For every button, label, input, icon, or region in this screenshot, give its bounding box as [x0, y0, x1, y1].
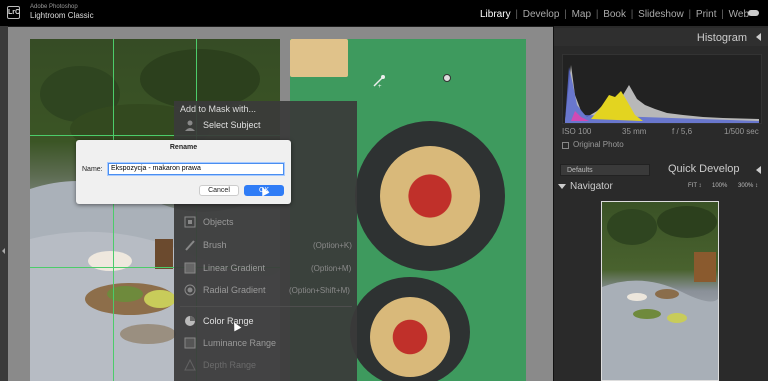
rename-dialog: Rename Name: Ekspozycja - makaron prawa …	[76, 140, 291, 204]
navigator-title[interactable]: Navigator	[570, 181, 613, 192]
aperture-readout: f / 5,6	[672, 127, 693, 136]
histogram-graph	[562, 54, 762, 124]
shortcut-brush: (Option+K)	[313, 241, 352, 250]
module-web[interactable]: Web	[729, 9, 749, 20]
objects-icon	[184, 216, 196, 228]
vendor-name: Adobe Photoshop	[30, 4, 78, 10]
cloud-icon[interactable]	[748, 10, 759, 16]
dialog-title: Rename	[169, 144, 198, 151]
cheese	[290, 39, 348, 77]
person-icon	[185, 120, 195, 131]
color-range-icon	[185, 316, 195, 326]
module-slideshow[interactable]: Slideshow	[638, 9, 684, 20]
menu-separator	[180, 306, 352, 307]
collapse-histogram-icon[interactable]	[756, 33, 761, 41]
shortcut-linear-gradient: (Option+M)	[311, 264, 352, 273]
zoom-300[interactable]: 300% ↕	[738, 183, 758, 189]
mask-menu-title: Add to Mask with...	[180, 104, 257, 114]
original-photo-label: Original Photo	[573, 140, 624, 149]
shortcut-radial-gradient: (Option+Shift+M)	[289, 286, 350, 295]
module-map[interactable]: Map	[572, 9, 591, 20]
iso-readout: ISO 100	[562, 127, 592, 136]
module-develop[interactable]: Develop	[523, 9, 560, 20]
thumbnail-scene	[602, 206, 718, 380]
module-picker: Library | Develop | Map | Book | Slidesh…	[480, 9, 750, 20]
luminance-range-icon	[184, 337, 196, 349]
radial-gradient-icon	[184, 284, 196, 296]
module-print[interactable]: Print	[696, 9, 717, 20]
pasta-top	[380, 146, 480, 246]
left-panel-collapsed[interactable]	[0, 26, 8, 381]
mask-pin-icon[interactable]	[443, 74, 451, 82]
module-book[interactable]: Book	[603, 9, 626, 20]
navigator-thumbnail[interactable]	[601, 201, 719, 381]
quick-develop-title[interactable]: Quick Develop	[668, 163, 740, 175]
histogram-header[interactable]: Histogram	[554, 28, 768, 46]
top-bar: LrC Adobe Photoshop Lightroom Classic Li…	[0, 0, 768, 26]
zoom-100[interactable]: 100%	[712, 183, 727, 189]
histogram-curve	[565, 65, 759, 123]
right-panel: Histogram ISO 100 35 mm f / 5,6 1/500 se…	[553, 26, 768, 381]
app-logo: LrC	[7, 6, 20, 19]
expand-quick-develop-icon[interactable]	[756, 166, 761, 174]
expand-left-panel-icon[interactable]	[2, 248, 5, 254]
collapse-navigator-icon[interactable]	[558, 184, 566, 189]
app-name: Lightroom Classic	[30, 11, 94, 20]
pasta-bottom	[370, 297, 450, 377]
name-input[interactable]: Ekspozycja - makaron prawa	[108, 163, 284, 175]
histogram-title: Histogram	[696, 32, 747, 44]
original-photo-checkbox[interactable]	[562, 142, 569, 149]
preset-select[interactable]: Defaults	[560, 164, 650, 176]
name-label: Name:	[82, 166, 103, 173]
shutter-readout: 1/500 sec	[724, 127, 759, 136]
zoom-fit[interactable]: FIT ↕	[688, 183, 702, 189]
grid-line	[113, 39, 114, 381]
module-library[interactable]: Library	[480, 9, 511, 20]
focal-readout: 35 mm	[622, 127, 647, 136]
brush-icon	[185, 240, 195, 251]
depth-range-icon	[184, 359, 196, 371]
eyedropper-icon[interactable]: +	[372, 74, 386, 88]
svg-text:+: +	[378, 84, 382, 88]
cancel-button[interactable]: Cancel	[199, 185, 239, 196]
linear-gradient-icon	[184, 262, 196, 274]
